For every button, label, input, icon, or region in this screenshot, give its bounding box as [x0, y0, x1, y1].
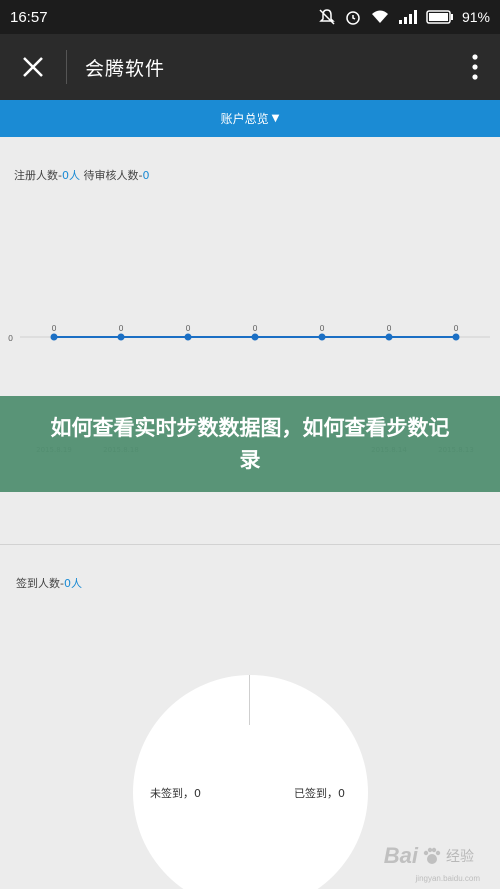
more-vertical-icon — [472, 54, 478, 80]
registered-label: 注册人数- — [14, 169, 62, 182]
data-label: 0 — [252, 324, 257, 333]
app-bar: 会腾软件 — [0, 34, 500, 100]
paw-icon — [423, 847, 441, 864]
more-options-button[interactable] — [450, 34, 500, 100]
signal-icon — [398, 9, 418, 25]
signin-card: 签到人数-0人 未签到，0 已签到，0 Bai 经验 jingyan.baidu… — [0, 545, 500, 889]
status-bar: 16:57 91% — [0, 0, 500, 34]
registered-value: 0人 — [61, 169, 80, 182]
pending-value: 0 — [142, 169, 150, 182]
title-overlay: 如何查看实时步数数据图，如何查看步数记录 — [0, 396, 500, 492]
app-bar-divider — [66, 50, 67, 84]
signed-pie-label: 已签到，0 — [294, 787, 345, 800]
stats-summary: 注册人数-0人 待审核人数-0 — [14, 167, 149, 183]
data-point — [452, 333, 460, 341]
signed-label: 签到人数- — [16, 577, 64, 590]
data-label: 0 — [118, 324, 123, 333]
data-label: 0 — [185, 324, 190, 333]
page-title: 会腾软件 — [85, 57, 166, 80]
data-point — [50, 333, 58, 341]
data-label: 0 — [453, 324, 458, 333]
data-label: 0 — [386, 324, 391, 333]
close-button[interactable] — [0, 34, 66, 100]
signed-value: 0人 — [63, 577, 82, 590]
data-label: 0 — [51, 324, 56, 333]
pie-separator — [249, 675, 250, 725]
close-icon — [23, 57, 43, 77]
watermark-text: 经验 — [446, 849, 474, 865]
data-point — [117, 333, 125, 341]
overlay-title: 如何查看实时步数数据图，如何查看步数记录 — [50, 416, 450, 472]
chevron-down-icon: ▼ — [271, 113, 280, 124]
data-label: 0 — [319, 324, 324, 333]
unsigned-label: 未签到，0 — [150, 787, 201, 800]
status-icons: 91% — [318, 8, 490, 26]
data-point — [385, 333, 393, 341]
watermark-logo: Bai — [383, 843, 418, 868]
battery-percentage: 91% — [461, 9, 490, 25]
account-overview-dropdown[interactable]: 账户总览 ▼ — [0, 100, 500, 137]
mute-icon — [318, 8, 336, 26]
baidu-watermark: Bai 经验 — [384, 843, 474, 869]
battery-icon — [426, 10, 454, 24]
watermark-url: jingyan.baidu.com — [415, 874, 480, 883]
status-time: 16:57 — [10, 8, 48, 26]
data-point — [318, 333, 326, 341]
wifi-icon — [370, 9, 390, 25]
signin-pie-chart — [133, 675, 368, 889]
alarm-icon — [344, 8, 362, 26]
pending-label: 待审核人数- — [83, 169, 143, 182]
y-tick-label: 0 — [8, 334, 13, 343]
data-point — [184, 333, 192, 341]
data-point — [251, 333, 259, 341]
dropdown-label: 账户总览 — [220, 112, 269, 126]
signed-summary: 签到人数-0人 — [16, 575, 82, 591]
